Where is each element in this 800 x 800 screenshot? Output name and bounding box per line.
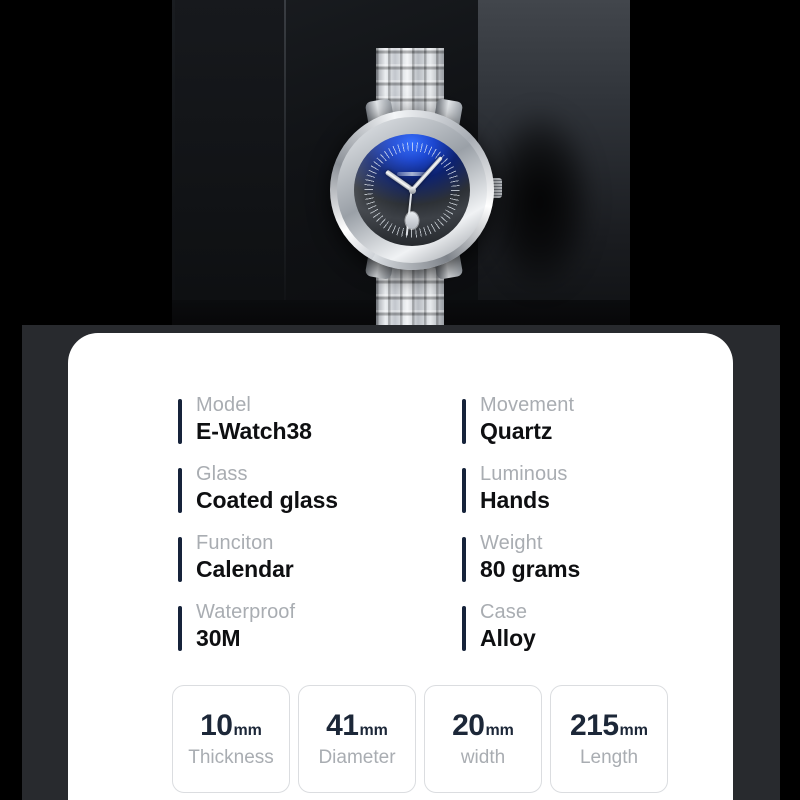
- spec-label: Model: [196, 394, 251, 416]
- spec-list: Model E-Watch38 Movement Quartz Glass Co…: [178, 393, 698, 652]
- dimension-number: 20: [452, 709, 485, 742]
- spec-label: Weight: [480, 532, 543, 554]
- dimension-box-thickness: 10 mm Thickness: [172, 685, 290, 793]
- spec-value: 80 grams: [480, 556, 581, 582]
- photo-letterbox-right: [630, 0, 800, 340]
- spec-label: Luminous: [480, 463, 568, 485]
- dimension-measure: 10 mm: [200, 709, 262, 743]
- spec-item-model: Model E-Watch38: [178, 393, 462, 445]
- accent-bar-icon: [178, 468, 182, 513]
- spec-label: Funciton: [196, 532, 274, 554]
- spec-item-weight: Weight 80 grams: [462, 531, 698, 583]
- dimension-unit: mm: [619, 722, 648, 739]
- dimension-box-width: 20 mm width: [424, 685, 542, 793]
- watch-case: [330, 110, 494, 270]
- dimension-measure: 41 mm: [326, 709, 388, 743]
- photo-letterbox-left: [0, 0, 172, 340]
- page-margin-right: [780, 325, 800, 800]
- dimension-unit: mm: [359, 722, 388, 739]
- dimension-boxes: 10 mm Thickness 41 mm Diameter 20 mm wid…: [172, 685, 668, 793]
- dimension-unit: mm: [233, 722, 262, 739]
- dimension-number: 41: [326, 709, 359, 742]
- spec-card: Model E-Watch38 Movement Quartz Glass Co…: [68, 333, 733, 800]
- spec-label: Movement: [480, 394, 575, 416]
- spec-value: Calendar: [196, 556, 294, 582]
- spec-item-luminous: Luminous Hands: [462, 462, 698, 514]
- spec-value: Hands: [480, 487, 550, 513]
- spec-item-waterproof: Waterproof 30M: [178, 600, 462, 652]
- spec-item-case: Case Alloy: [462, 600, 698, 652]
- dimension-unit: mm: [485, 722, 514, 739]
- spec-item-glass: Glass Coated glass: [178, 462, 462, 514]
- spec-value: Quartz: [480, 418, 553, 444]
- accent-bar-icon: [178, 606, 182, 651]
- product-photo: [0, 0, 800, 340]
- watch-bezel: [337, 117, 487, 263]
- spec-value: 30M: [196, 625, 241, 651]
- page-margin-left: [0, 325, 22, 800]
- dimension-box-length: 215 mm Length: [550, 685, 668, 793]
- spec-value: Coated glass: [196, 487, 338, 513]
- dimension-number: 215: [569, 709, 619, 742]
- spec-item-funciton: Funciton Calendar: [178, 531, 462, 583]
- dimension-box-diameter: 41 mm Diameter: [298, 685, 416, 793]
- dimension-label: Diameter: [318, 747, 396, 768]
- accent-bar-icon: [178, 537, 182, 582]
- dimension-label: Thickness: [188, 747, 274, 768]
- spec-label: Glass: [196, 463, 248, 485]
- crystal-glare: [354, 134, 470, 246]
- product-spec-screen: Model E-Watch38 Movement Quartz Glass Co…: [0, 0, 800, 800]
- spec-value: Alloy: [480, 625, 536, 651]
- dimension-measure: 20 mm: [452, 709, 514, 743]
- spec-value: E-Watch38: [196, 418, 312, 444]
- accent-bar-icon: [462, 468, 466, 513]
- dimension-number: 10: [200, 709, 233, 742]
- spec-item-movement: Movement Quartz: [462, 393, 698, 445]
- watch-dial: [354, 134, 470, 246]
- dimension-label: Length: [579, 747, 639, 768]
- accent-bar-icon: [462, 537, 466, 582]
- accent-bar-icon: [462, 606, 466, 651]
- accent-bar-icon: [462, 399, 466, 444]
- dimension-measure: 215 mm: [570, 709, 648, 743]
- accent-bar-icon: [178, 399, 182, 444]
- dimension-label: width: [460, 747, 506, 768]
- spec-label: Case: [480, 601, 528, 623]
- spec-label: Waterproof: [196, 601, 296, 623]
